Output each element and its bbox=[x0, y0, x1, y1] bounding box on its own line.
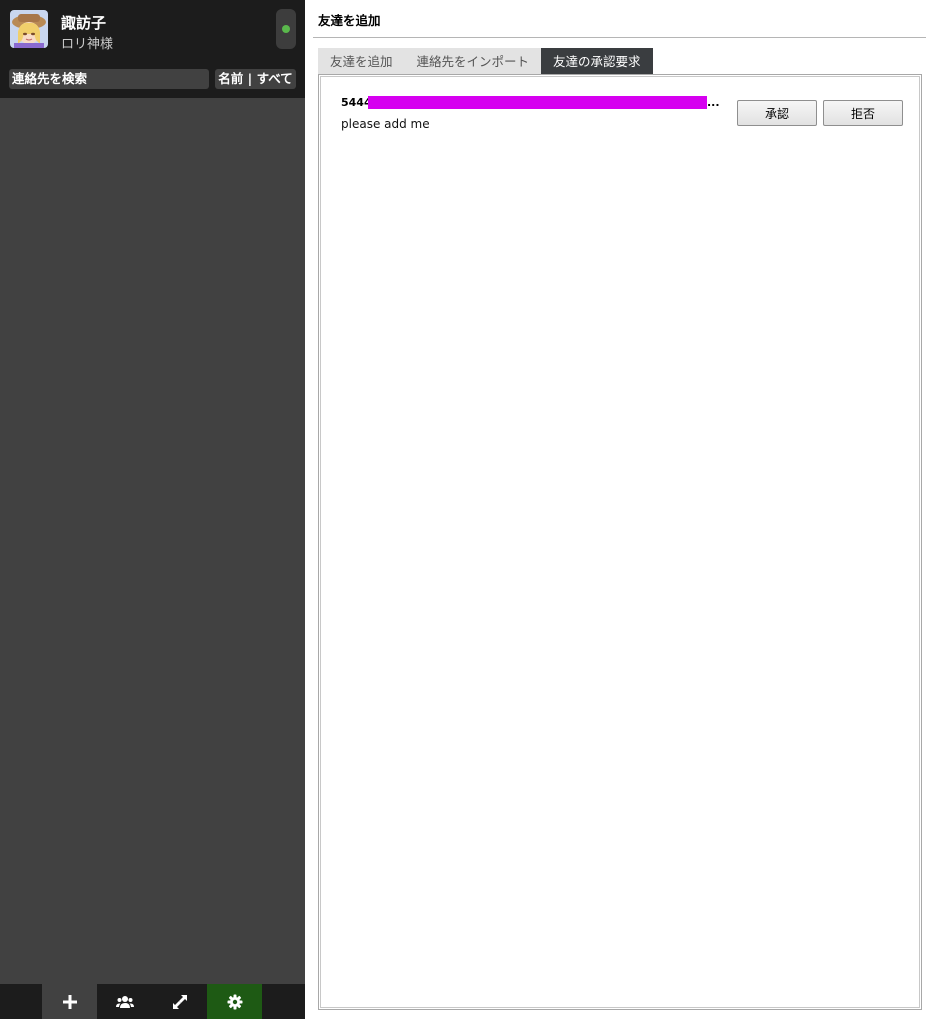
friend-request-item: 5444 ... please add me 承認 拒否 bbox=[321, 77, 919, 137]
profile-status-message[interactable]: ロリ神様 bbox=[61, 33, 113, 52]
tab-bar: 友達を追加 連絡先をインポート 友達の承認要求 bbox=[318, 48, 653, 74]
profile-header: 諏訪子 ロリ神様 名前 | すべて bbox=[0, 0, 305, 98]
gear-icon bbox=[227, 994, 242, 1009]
plus-icon bbox=[62, 994, 77, 1009]
add-friend-button[interactable] bbox=[42, 984, 97, 1019]
friend-requests-list: 5444 ... please add me 承認 拒否 bbox=[320, 76, 920, 1008]
accept-button[interactable]: 承認 bbox=[737, 100, 817, 126]
tab-import-contacts[interactable]: 連絡先をインポート bbox=[404, 48, 542, 74]
reject-button[interactable]: 拒否 bbox=[823, 100, 903, 126]
create-group-button[interactable] bbox=[97, 984, 152, 1019]
friend-id-ellipsis: ... bbox=[707, 96, 720, 109]
contact-list[interactable] bbox=[0, 98, 305, 984]
redacted-id-block bbox=[368, 96, 707, 109]
friend-requests-panel: 5444 ... please add me 承認 拒否 bbox=[318, 74, 922, 1010]
file-transfers-button[interactable] bbox=[152, 984, 207, 1019]
tab-friend-requests[interactable]: 友達の承認要求 bbox=[541, 48, 653, 74]
settings-button[interactable] bbox=[207, 984, 262, 1019]
online-status-icon bbox=[282, 25, 290, 33]
sidebar: 諏訪子 ロリ神様 名前 | すべて bbox=[0, 0, 305, 1019]
transfer-arrows-icon bbox=[172, 994, 187, 1009]
friend-request-message: please add me bbox=[341, 117, 430, 131]
title-divider bbox=[313, 37, 926, 38]
avatar[interactable] bbox=[10, 10, 48, 48]
tab-add-friend[interactable]: 友達を追加 bbox=[318, 48, 405, 74]
page-title: 友達を追加 bbox=[318, 13, 381, 28]
friend-request-id: 5444 ... bbox=[341, 96, 720, 110]
add-friends-panel: 友達を追加 友達を追加 連絡先をインポート 友達の承認要求 5444 ... p… bbox=[305, 0, 931, 1019]
sort-filter-dropdown[interactable]: 名前 | すべて bbox=[215, 69, 296, 89]
online-status-button[interactable] bbox=[276, 9, 296, 49]
group-icon bbox=[115, 995, 134, 1008]
profile-name[interactable]: 諏訪子 bbox=[61, 12, 106, 33]
bottom-toolbar bbox=[0, 984, 305, 1019]
contact-search-input[interactable] bbox=[9, 69, 209, 89]
